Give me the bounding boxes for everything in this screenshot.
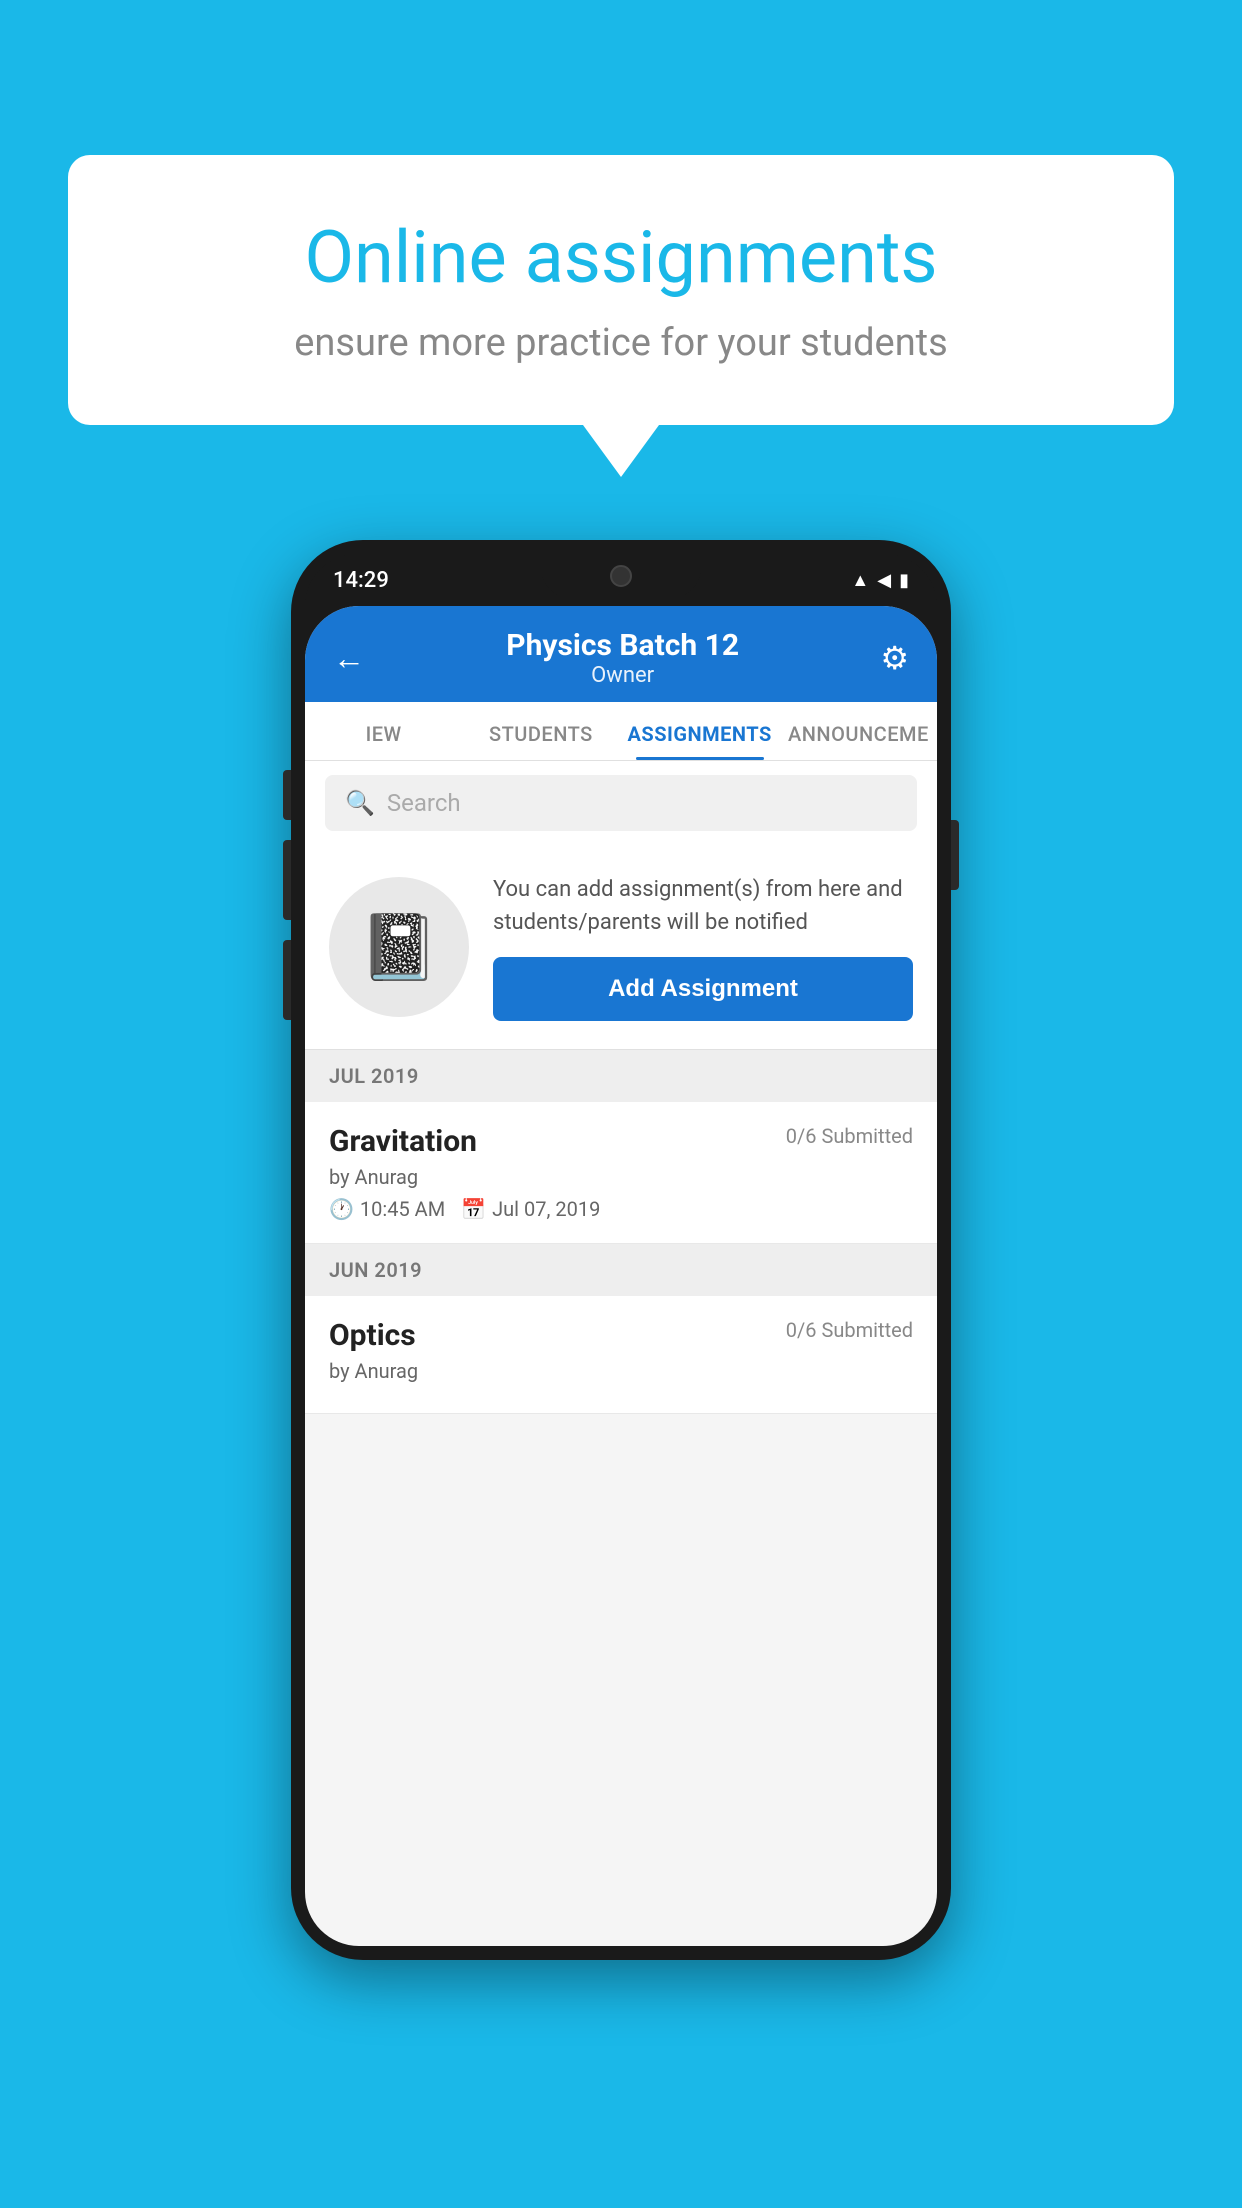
section-header-jul2019: JUL 2019 [305, 1050, 937, 1102]
assignment-title-gravitation: Gravitation [329, 1124, 477, 1159]
assignment-item-optics[interactable]: Optics 0/6 Submitted by Anurag [305, 1296, 937, 1414]
search-bar[interactable]: 🔍 Search [325, 775, 917, 831]
section-header-jun2019: JUN 2019 [305, 1244, 937, 1296]
tab-iew[interactable]: IEW [305, 702, 462, 760]
app-header: ← Physics Batch 12 Owner ⚙ [305, 606, 937, 702]
status-bar: 14:29 ▲ ◀ ▮ [305, 554, 937, 606]
assignment-row1: Gravitation 0/6 Submitted [329, 1124, 913, 1159]
wifi-icon: ▲ [851, 570, 869, 591]
phone-side-button-right [951, 820, 959, 890]
phone-camera [610, 565, 632, 587]
assignment-submitted-gravitation: 0/6 Submitted [786, 1124, 913, 1148]
signal-icon: ◀ [877, 570, 891, 591]
tab-assignments[interactable]: ASSIGNMENTS [619, 702, 779, 760]
search-icon: 🔍 [345, 789, 375, 817]
status-icons: ▲ ◀ ▮ [851, 570, 909, 591]
search-bar-wrapper: 🔍 Search [305, 761, 937, 845]
header-title-group: Physics Batch 12 Owner [365, 628, 880, 688]
phone-notch [541, 554, 701, 598]
battery-icon: ▮ [899, 570, 909, 591]
clock-icon: 🕐 [329, 1197, 354, 1221]
assignment-title-optics: Optics [329, 1318, 416, 1353]
assignment-by-gravitation: by Anurag [329, 1165, 913, 1189]
speech-bubble-section: Online assignments ensure more practice … [68, 155, 1174, 477]
phone-mockup: 14:29 ▲ ◀ ▮ ← Physics Batch 12 Owner ⚙ [291, 540, 951, 1960]
calendar-icon: 📅 [461, 1197, 486, 1221]
assignment-time-gravitation: 🕐 10:45 AM [329, 1197, 445, 1221]
promo-text: You can add assignment(s) from here and … [493, 873, 913, 939]
assignment-by-optics: by Anurag [329, 1359, 913, 1383]
speech-bubble-arrow [583, 425, 659, 477]
gear-icon[interactable]: ⚙ [880, 639, 909, 677]
back-button[interactable]: ← [333, 639, 365, 677]
phone-side-button-left1 [283, 770, 291, 820]
speech-bubble-title: Online assignments [138, 215, 1104, 301]
header-subtitle: Owner [365, 663, 880, 688]
assignment-row1-optics: Optics 0/6 Submitted [329, 1318, 913, 1353]
tabs-bar: IEW STUDENTS ASSIGNMENTS ANNOUNCEME [305, 702, 937, 761]
phone-side-button-left2 [283, 840, 291, 920]
phone-side-button-left3 [283, 940, 291, 1020]
promo-content: You can add assignment(s) from here and … [493, 873, 913, 1021]
add-assignment-button[interactable]: Add Assignment [493, 957, 913, 1021]
assignment-meta-gravitation: 🕐 10:45 AM 📅 Jul 07, 2019 [329, 1197, 913, 1221]
phone-outer: 14:29 ▲ ◀ ▮ ← Physics Batch 12 Owner ⚙ [291, 540, 951, 1960]
phone-screen: ← Physics Batch 12 Owner ⚙ IEW STUDENTS … [305, 606, 937, 1946]
promo-icon-circle: 📓 [329, 877, 469, 1017]
tab-students[interactable]: STUDENTS [462, 702, 619, 760]
assignment-item-gravitation[interactable]: Gravitation 0/6 Submitted by Anurag 🕐 10… [305, 1102, 937, 1244]
tab-announcements[interactable]: ANNOUNCEME [780, 702, 937, 760]
status-time: 14:29 [333, 568, 389, 593]
speech-bubble: Online assignments ensure more practice … [68, 155, 1174, 425]
speech-bubble-subtitle: ensure more practice for your students [138, 321, 1104, 365]
header-title: Physics Batch 12 [365, 628, 880, 663]
search-input[interactable]: Search [387, 789, 461, 817]
assignment-submitted-optics: 0/6 Submitted [786, 1318, 913, 1342]
notebook-icon: 📓 [359, 910, 439, 985]
add-assignment-promo: 📓 You can add assignment(s) from here an… [305, 845, 937, 1050]
assignment-date-gravitation: 📅 Jul 07, 2019 [461, 1197, 600, 1221]
